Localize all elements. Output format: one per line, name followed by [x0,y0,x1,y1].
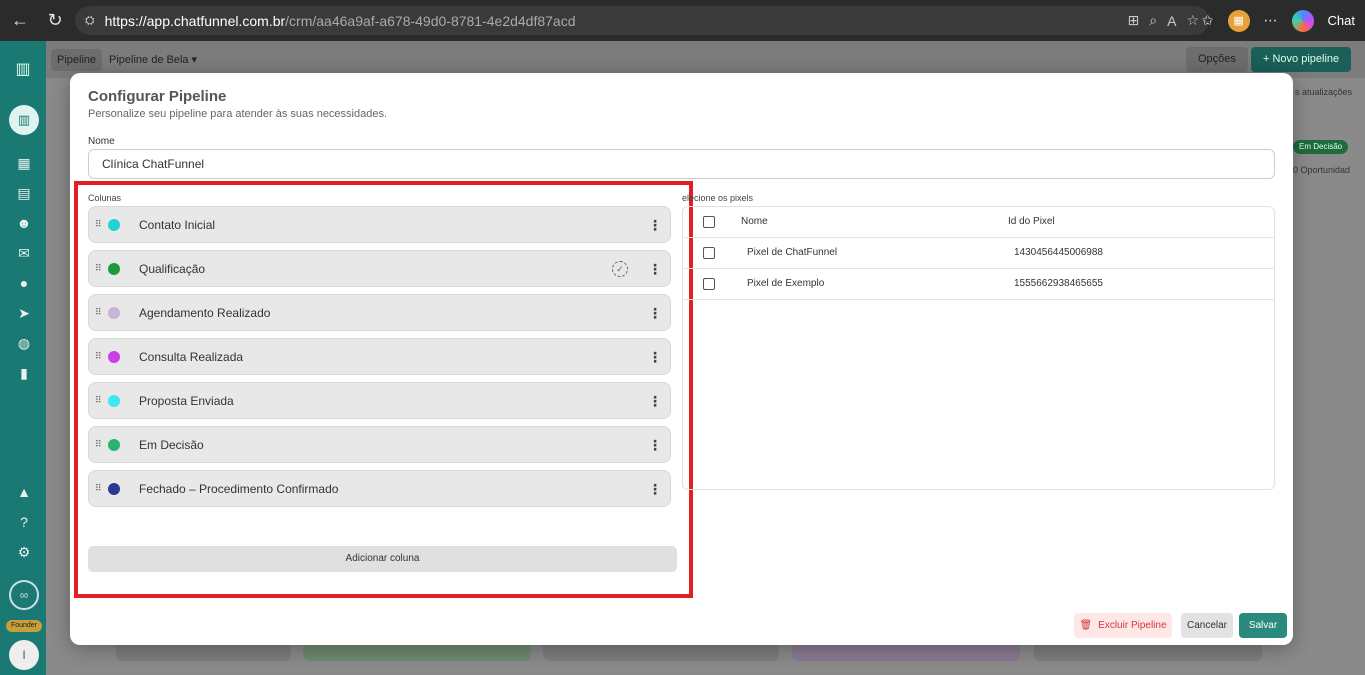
table-row[interactable]: Pixel de ChatFunnel 1430456445006988 [683,238,1274,269]
avatar[interactable]: I [9,640,39,670]
page-title: Configurar Pipeline [88,88,227,105]
reports-icon[interactable]: ▮ [14,363,34,383]
copilot-icon[interactable] [1291,9,1314,32]
back-icon[interactable]: ← [5,5,35,35]
apps-icon[interactable]: ⊞ [1128,12,1140,29]
messages-icon[interactable]: ✉ [14,243,34,263]
bot-icon[interactable]: ☻ [14,213,34,233]
dashboard-icon[interactable]: ▦ [14,153,34,173]
academy-icon[interactable]: ▲ [14,482,34,502]
status-badge: Em Decisão [1293,140,1349,154]
delete-pipeline-label: Excluir Pipeline [1098,620,1167,631]
updates-snippet: s atualizações [1295,87,1353,97]
app-logo-icon[interactable]: ▥ [10,59,36,79]
more-menu-icon[interactable]: ⋯ [1264,12,1278,29]
founder-badge: Founder [6,620,42,632]
pixels-label: elecione os pixels [682,193,754,203]
app-sidebar: ▥ ▥ ▦ ▤ ☻ ✉ ● ➤ ◍ ▮ ▲ ? ⚙ ∞ Founder I [0,41,46,675]
extension-icon[interactable]: ▦ [1227,9,1250,32]
favorite-star-icon[interactable]: ☆ [1186,12,1199,29]
url-path: /crm/aa46a9af-a678-49d0-8781-4e2d4df87ac… [285,12,576,29]
pixel-id: 1555662938465655 [1014,278,1103,289]
row-checkbox[interactable] [703,247,715,259]
column-header-name: Nome [741,216,768,227]
board-icon[interactable]: ▤ [14,183,34,203]
select-all-checkbox[interactable] [703,216,715,228]
pixels-table: Nome Id do Pixel Pixel de ChatFunnel 143… [682,206,1275,490]
zoom-icon[interactable]: ⌕ [1149,12,1157,29]
infinity-icon[interactable]: ∞ [9,580,39,610]
url-host: https://app.chatfunnel.com.br [104,12,286,29]
reload-icon[interactable]: ↻ [40,5,70,35]
tab-pipeline-bela[interactable]: Pipeline de Bela ▾ [103,49,203,71]
options-button[interactable]: Opções [1186,47,1248,72]
read-aloud-icon[interactable]: A [1167,13,1176,29]
new-pipeline-button[interactable]: + Novo pipeline [1251,47,1352,72]
column-header-id: Id do Pixel [1008,216,1055,227]
trash-icon: 🗑 [1079,620,1093,631]
pixel-name: Pixel de Exemplo [747,278,825,289]
address-bar[interactable]: ⛭ https://app.chatfunnel.com.br/crm/aa46… [75,6,1209,35]
highlight-box [74,181,693,598]
crm-icon[interactable]: ▥ [9,105,39,135]
table-row[interactable]: Pixel de Exemplo 1555662938465655 [683,269,1274,300]
modal-subtitle: Personalize seu pipeline para atender às… [88,108,388,120]
favorites-icon[interactable]: ✩ [1202,12,1214,29]
chat-label[interactable]: Chat [1328,13,1355,28]
settings-gear-icon[interactable]: ⚙ [14,542,34,562]
contacts-icon[interactable]: ● [14,273,34,293]
help-icon[interactable]: ? [14,512,34,532]
save-button[interactable]: Salvar [1239,613,1287,638]
tab-pipeline[interactable]: Pipeline [51,49,103,71]
name-label: Nome [88,136,115,147]
cancel-button[interactable]: Cancelar [1181,613,1233,638]
browser-toolbar: ← ↻ ⛭ https://app.chatfunnel.com.br/crm/… [0,0,1365,41]
table-header-row: Nome Id do Pixel [683,207,1274,238]
opportunities-snippet: 0 Oportunidad [1293,165,1351,175]
send-icon[interactable]: ➤ [14,303,34,323]
pixel-id: 1430456445006988 [1014,247,1103,258]
site-info-icon[interactable]: ⛭ [85,13,95,28]
pipeline-name-input[interactable] [88,149,1275,179]
delete-pipeline-button[interactable]: 🗑 Excluir Pipeline [1074,613,1172,638]
configure-pipeline-modal: Configurar Pipeline Personalize seu pipe… [70,73,1293,645]
chat-icon[interactable]: ◍ [14,333,34,353]
row-checkbox[interactable] [703,278,715,290]
pixel-name: Pixel de ChatFunnel [747,247,838,258]
